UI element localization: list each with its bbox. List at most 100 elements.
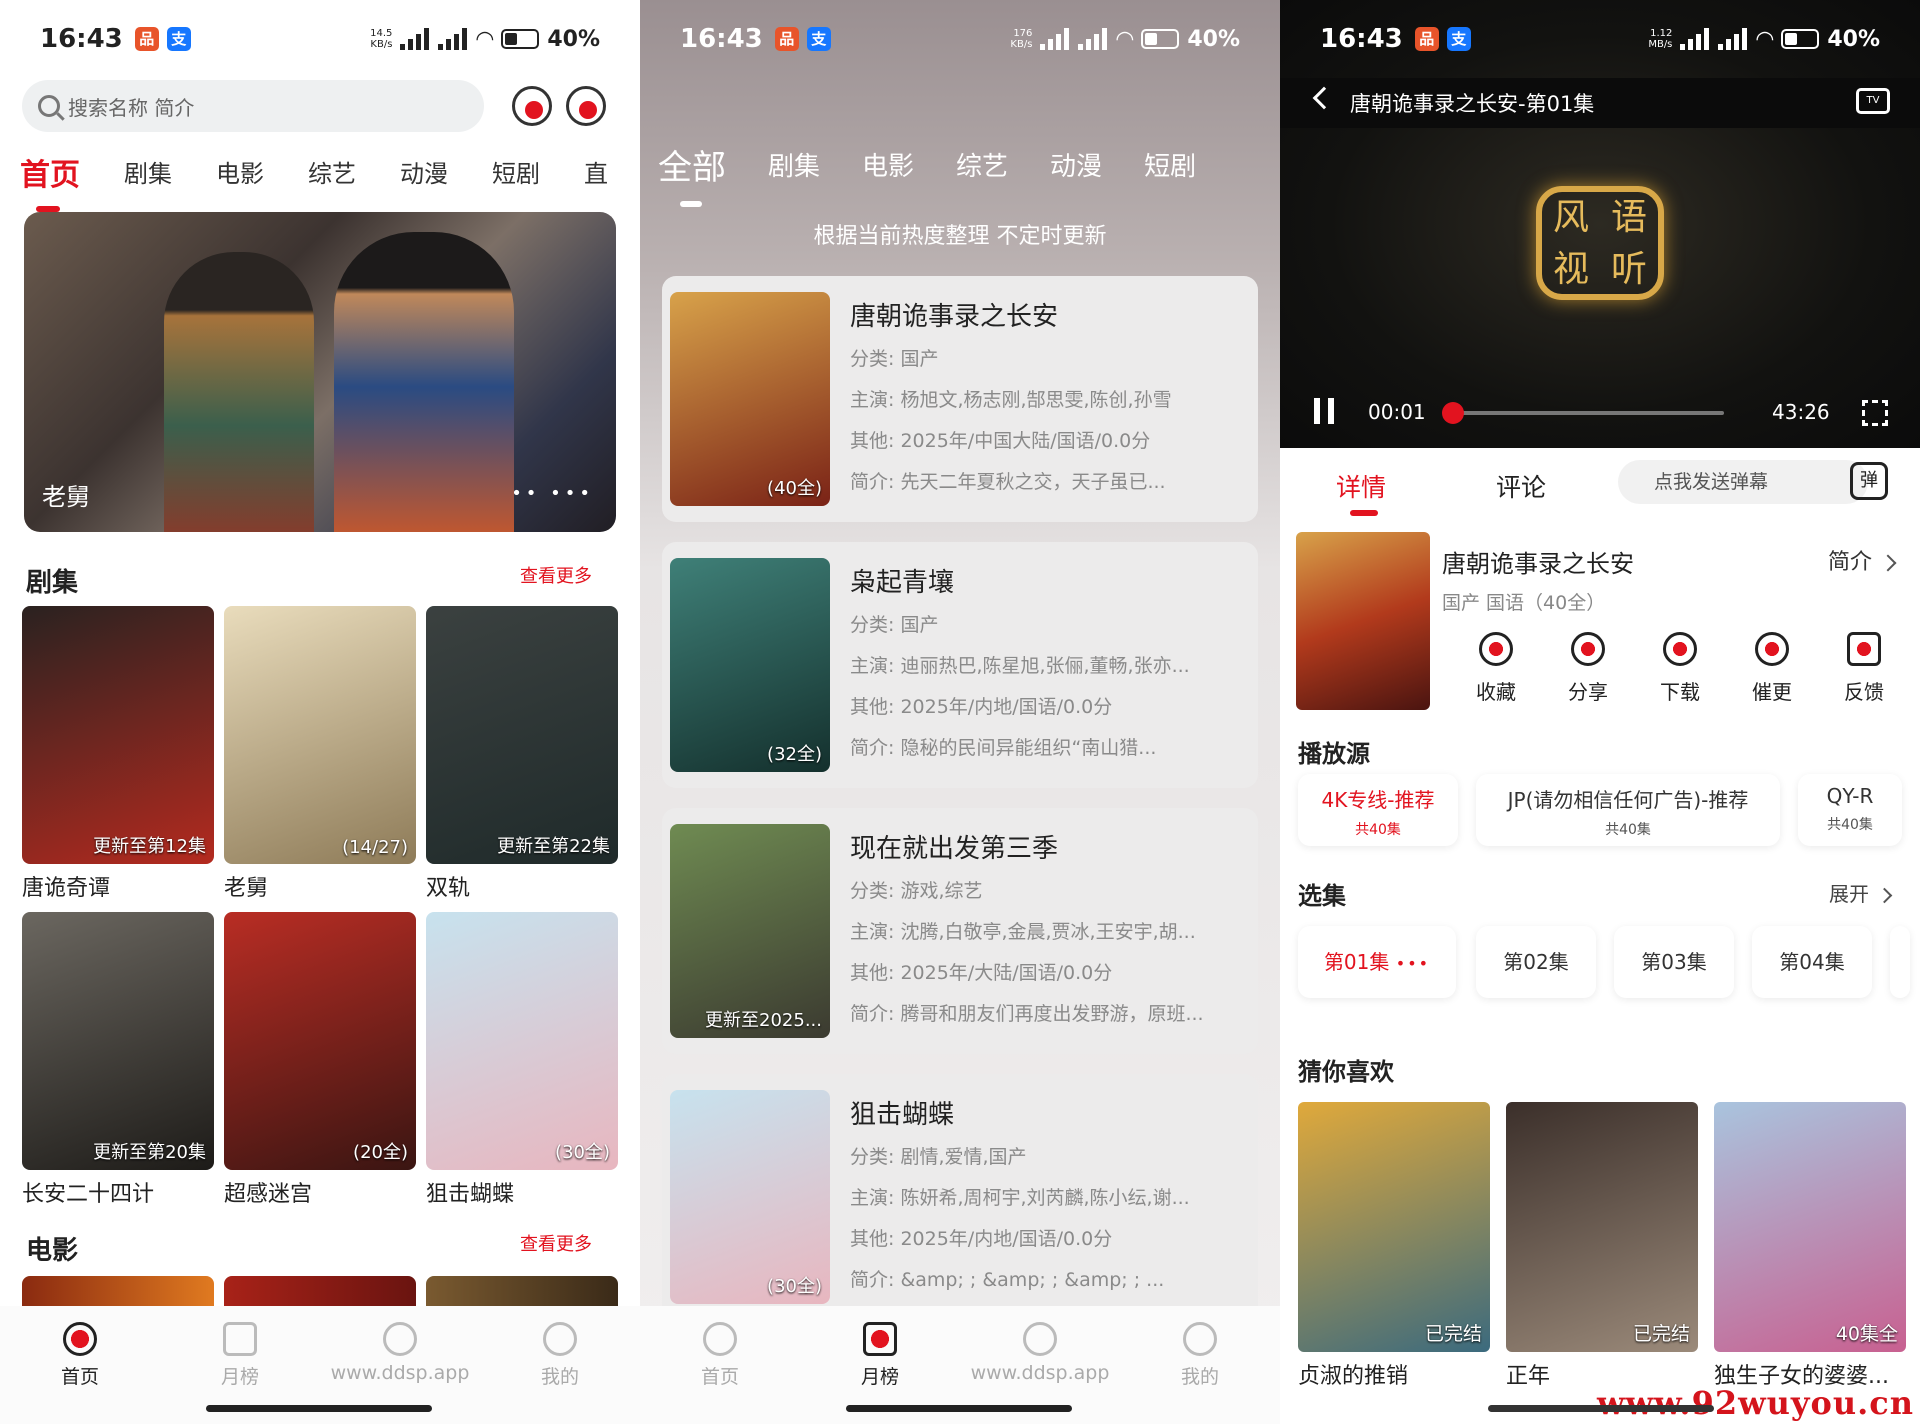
signal-icon-2 <box>1078 28 1108 50</box>
tab-detail[interactable]: 详情 <box>1336 468 1386 516</box>
episode-item[interactable]: 第03集 <box>1614 926 1734 998</box>
tab-short[interactable]: 短剧 <box>1144 140 1196 189</box>
poster-badge: 更新至第12集 <box>93 836 206 857</box>
see-more-movie[interactable]: 查看更多 <box>510 1226 602 1260</box>
tab-short[interactable]: 短剧 <box>492 150 540 194</box>
poster-title[interactable]: 老舅 <box>224 870 268 902</box>
ranking-tabs: 全部 剧集 电影 综艺 动漫 短剧 <box>658 140 1196 207</box>
ranking-intro: 简介: 隐秘的民间异能组织“南山猎... <box>850 737 1157 759</box>
tab-more[interactable]: 直 <box>584 150 608 194</box>
progress-handle[interactable] <box>1442 402 1465 424</box>
ranking-card[interactable]: (32全) 枭起青壤 分类: 国产 主演: 迪丽热巴,陈星旭,张俪,董畅,张亦... 其… <box>662 542 1258 788</box>
poster-title[interactable]: 长安二十四计 <box>22 1176 154 1208</box>
recommend-poster[interactable]: 已完结 <box>1298 1102 1490 1352</box>
expand-episodes[interactable]: 展开 <box>1829 878 1890 907</box>
tab-movie[interactable]: 电影 <box>216 150 264 194</box>
tv-cast-icon[interactable]: TV <box>1856 88 1890 114</box>
poster-title[interactable]: 超感迷宫 <box>224 1176 312 1208</box>
ranking-intro: 简介: &amp; ; &amp; ; &amp; ; ... <box>850 1269 1165 1291</box>
danmu-input[interactable]: 点我发送弹幕 <box>1618 460 1868 504</box>
ranking-title: 现在就出发第三季 <box>850 834 1059 864</box>
poster-badge: 更新至第20集 <box>93 1142 206 1163</box>
favorite-button[interactable]: 收藏 <box>1450 632 1542 705</box>
home-icon <box>63 1322 97 1356</box>
see-more-series[interactable]: 查看更多 <box>510 558 602 592</box>
ranking-cast: 主演: 沈腾,白敬亭,金晨,贾冰,王安宇,胡... <box>850 921 1196 943</box>
tab-comments[interactable]: 评论 <box>1496 468 1546 504</box>
home-screen: 16:43 品 支 14.5 KB/s ◠ 40% 搜索名称 简介 首页 剧集 电… <box>0 0 640 1424</box>
pause-icon[interactable] <box>1314 398 1334 424</box>
globe-icon <box>1023 1322 1057 1356</box>
source-4k[interactable]: 4K专线-推荐 共40集 <box>1298 774 1458 846</box>
episode-item[interactable]: 第04集 <box>1752 926 1872 998</box>
alipay-notification-icon: 支 <box>806 27 831 51</box>
ranking-cat: 分类: 国产 <box>850 348 939 370</box>
source-qy[interactable]: QY-R 共40集 <box>1798 774 1902 846</box>
nav-mine[interactable]: 我的 <box>1120 1306 1280 1424</box>
ranking-cast: 主演: 迪丽热巴,陈星旭,张俪,董畅,张亦... <box>850 655 1190 677</box>
series-poster[interactable]: (20全) <box>224 912 416 1170</box>
share-button[interactable]: 分享 <box>1542 632 1634 705</box>
tab-series[interactable]: 剧集 <box>768 140 820 189</box>
recommend-poster[interactable]: 40集全 <box>1714 1102 1906 1352</box>
series-poster[interactable]: (14/27) <box>224 606 416 864</box>
episode-item-partial[interactable] <box>1890 926 1910 998</box>
series-poster[interactable]: 更新至第22集 <box>426 606 618 864</box>
danmu-toggle-icon[interactable]: 弹 <box>1850 462 1888 500</box>
progress-track[interactable] <box>1452 411 1724 415</box>
poster-title[interactable]: 唐诡奇谭 <box>22 870 110 902</box>
episode-item[interactable]: 第01集 ••• <box>1298 926 1456 998</box>
current-time: 00:01 <box>1368 400 1426 424</box>
recommend-title[interactable]: 正年 <box>1506 1358 1550 1390</box>
series-poster[interactable]: 更新至第20集 <box>22 912 214 1170</box>
history-icon[interactable] <box>512 86 552 126</box>
tab-anime[interactable]: 动漫 <box>1050 140 1102 189</box>
tab-all[interactable]: 全部 <box>658 140 726 207</box>
fullscreen-icon[interactable] <box>1862 400 1888 426</box>
download-button[interactable]: 下载 <box>1634 632 1726 705</box>
heart-icon <box>1479 632 1513 666</box>
ranking-cast: 主演: 杨旭文,杨志刚,郜思雯,陈创,孙雪 <box>850 389 1172 411</box>
tab-home[interactable]: 首页 <box>20 150 80 212</box>
series-poster[interactable]: 更新至第12集 <box>22 606 214 864</box>
status-bar: 16:43 品 支 176 KB/s ◠ 40% <box>640 0 1280 78</box>
hero-banner[interactable]: 老舅 •• ••• <box>24 212 616 532</box>
urge-update-button[interactable]: 催更 <box>1726 632 1818 705</box>
episode-item[interactable]: 第02集 <box>1476 926 1596 998</box>
player-title: 唐朝诡事录之长安-第01集 <box>1350 92 1595 116</box>
tab-variety[interactable]: 综艺 <box>308 150 356 194</box>
intro-link[interactable]: 简介 <box>1828 544 1894 576</box>
recommend-poster[interactable]: 已完结 <box>1506 1102 1698 1352</box>
ranking-card[interactable]: (30全) 狙击蝴蝶 分类: 剧情,爱情,国产 主演: 陈妍希,周柯宇,刘芮麟,陈小纭… <box>662 1074 1258 1320</box>
user-icon <box>1183 1322 1217 1356</box>
action-row: 收藏 分享 下载 催更 反馈 <box>1450 632 1910 705</box>
recommend-title[interactable]: 贞淑的推销 <box>1298 1358 1408 1390</box>
status-time: 16:43 <box>680 24 763 54</box>
ranking-other: 其他: 2025年/中国大陆/国语/0.0分 <box>850 430 1151 452</box>
poster-title[interactable]: 双轨 <box>426 870 470 902</box>
ranking-title: 唐朝诡事录之长安 <box>850 302 1059 332</box>
chart-icon <box>863 1322 897 1356</box>
tab-variety[interactable]: 综艺 <box>956 140 1008 189</box>
ranking-card[interactable]: 更新至2025... 现在就出发第三季 分类: 游戏,综艺 主演: 沈腾,白敬亭,金晨… <box>662 808 1258 1054</box>
download-record-icon[interactable] <box>566 86 606 126</box>
tab-anime[interactable]: 动漫 <box>400 150 448 194</box>
search-input[interactable]: 搜索名称 简介 <box>22 80 484 132</box>
network-speed: 176 KB/s <box>1010 28 1033 50</box>
nav-mine[interactable]: 我的 <box>480 1306 640 1424</box>
thumbnail-badge: (30全) <box>767 1276 822 1297</box>
battery-icon <box>1141 29 1180 49</box>
tab-movie[interactable]: 电影 <box>862 140 914 189</box>
feedback-button[interactable]: 反馈 <box>1818 632 1910 705</box>
taobao-notification-icon: 品 <box>1414 27 1439 51</box>
battery-percent: 40% <box>1187 26 1240 52</box>
bell-icon <box>1755 632 1789 666</box>
source-jp[interactable]: JP(请勿相信任何广告)-推荐 共40集 <box>1476 774 1780 846</box>
ranking-other: 其他: 2025年/大陆/国语/0.0分 <box>850 962 1113 984</box>
series-poster[interactable]: (30全) <box>426 912 618 1170</box>
nav-home[interactable]: 首页 <box>0 1306 160 1424</box>
poster-title[interactable]: 狙击蝴蝶 <box>426 1176 514 1208</box>
tab-series[interactable]: 剧集 <box>124 150 172 194</box>
ranking-card[interactable]: (40全) 唐朝诡事录之长安 分类: 国产 主演: 杨旭文,杨志刚,郜思雯,陈创,孙雪… <box>662 276 1258 522</box>
nav-home[interactable]: 首页 <box>640 1306 800 1424</box>
